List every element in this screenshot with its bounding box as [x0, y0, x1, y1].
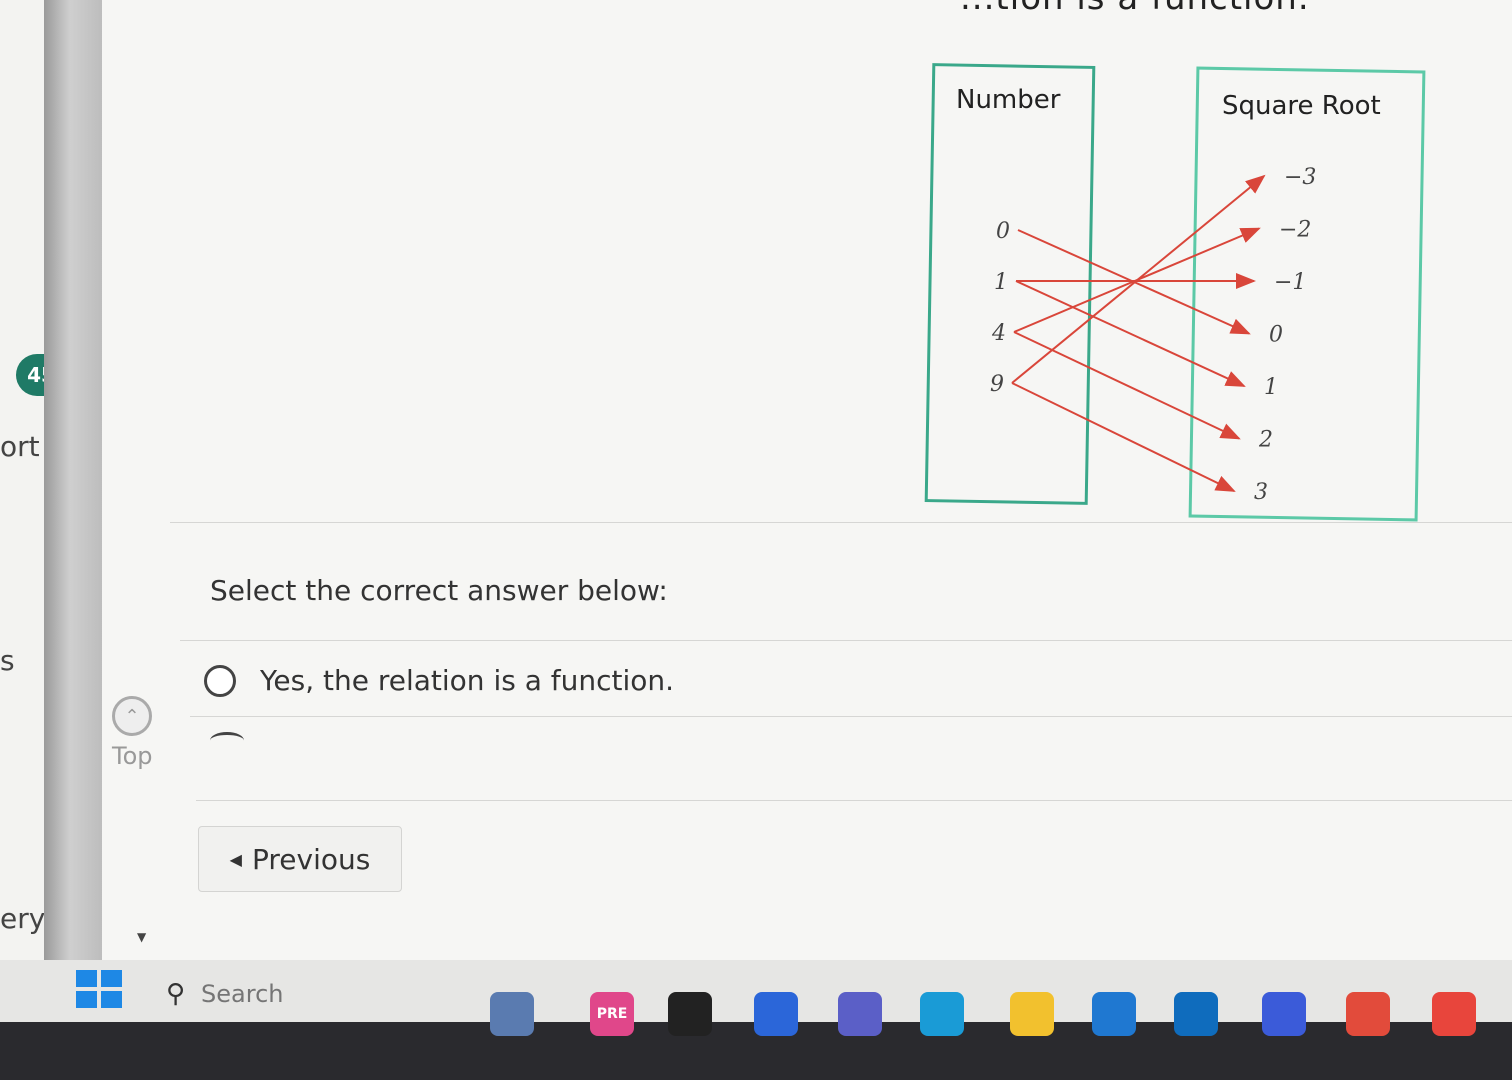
square-root-box-title: Square Root	[1222, 91, 1381, 121]
file-explorer-icon[interactable]	[1010, 992, 1054, 1036]
teams-icon[interactable]	[838, 992, 882, 1036]
chrome-icon[interactable]	[1432, 992, 1476, 1036]
search-icon: ⚲	[166, 979, 186, 1009]
mapping-arrow	[1013, 331, 1241, 440]
chevron-left-icon: ◀	[229, 849, 242, 869]
square-root-value: −3	[1284, 165, 1316, 190]
number-box-title: Number	[956, 85, 1061, 115]
back-to-top-button[interactable]: ⌃	[112, 696, 152, 736]
previous-button[interactable]: ◀ Previous	[198, 826, 402, 892]
caret-down-icon[interactable]: ▼	[137, 930, 146, 944]
mapping-arrow	[1011, 174, 1266, 384]
radio-button-partial[interactable]	[210, 732, 244, 749]
square-root-value: 2	[1258, 428, 1273, 453]
sidebar-item-2[interactable]: s	[0, 644, 15, 677]
section-divider	[196, 800, 1512, 801]
mapping-arrow	[1011, 382, 1236, 492]
square-root-value: −1	[1274, 270, 1306, 295]
section-divider	[180, 640, 1512, 641]
answer-option-label: Yes, the relation is a function.	[260, 664, 675, 697]
option-divider	[190, 716, 1512, 717]
square-root-value: 3	[1254, 480, 1268, 505]
app-g-icon[interactable]	[1262, 992, 1306, 1036]
previous-button-label: Previous	[251, 842, 371, 876]
chevron-up-icon: ⌃	[124, 705, 140, 727]
answer-option-yes[interactable]: Yes, the relation is a function.	[204, 664, 674, 697]
number-value: 1	[994, 270, 1008, 295]
sidebar-item-1[interactable]: ort	[0, 430, 40, 463]
answer-prompt: Select the correct answer below:	[210, 574, 668, 607]
number-box	[924, 63, 1096, 505]
app-red-icon[interactable]	[1346, 992, 1390, 1036]
m365-icon[interactable]	[754, 992, 798, 1036]
widgets-icon[interactable]	[490, 992, 534, 1036]
number-value: 0	[996, 219, 1010, 244]
question-title-fragment: ...tion is a function.	[960, 0, 1310, 18]
square-root-value: −2	[1279, 218, 1311, 243]
mail-icon[interactable]	[1092, 992, 1136, 1036]
sidebar-item-3[interactable]: ery	[0, 902, 45, 935]
square-root-value: 0	[1269, 323, 1283, 348]
sidebar-scrollbar[interactable]	[44, 0, 102, 960]
taskbar-search[interactable]: ⚲	[152, 966, 452, 1022]
search-input[interactable]	[199, 979, 404, 1009]
square-root-box	[1188, 66, 1426, 522]
mapping-arrow	[1015, 280, 1246, 387]
mapping-diagram: Number Square Root 0 1 4 9 −3 −2 −1 0 1 2 3	[924, 63, 1426, 522]
back-to-top-label[interactable]: Top	[112, 742, 153, 770]
number-value: 9	[990, 372, 1004, 397]
radio-button[interactable]	[204, 664, 236, 697]
terminal-icon[interactable]	[668, 992, 712, 1036]
copilot-icon[interactable]: PRE	[590, 992, 634, 1036]
section-divider	[170, 522, 1512, 523]
number-value: 4	[991, 321, 1006, 346]
square-root-value: 1	[1264, 375, 1278, 400]
left-panel	[0, 0, 48, 960]
edge-icon[interactable]	[920, 992, 964, 1036]
windows-start-icon[interactable]	[76, 970, 122, 1008]
outlook-icon[interactable]	[1174, 992, 1218, 1036]
